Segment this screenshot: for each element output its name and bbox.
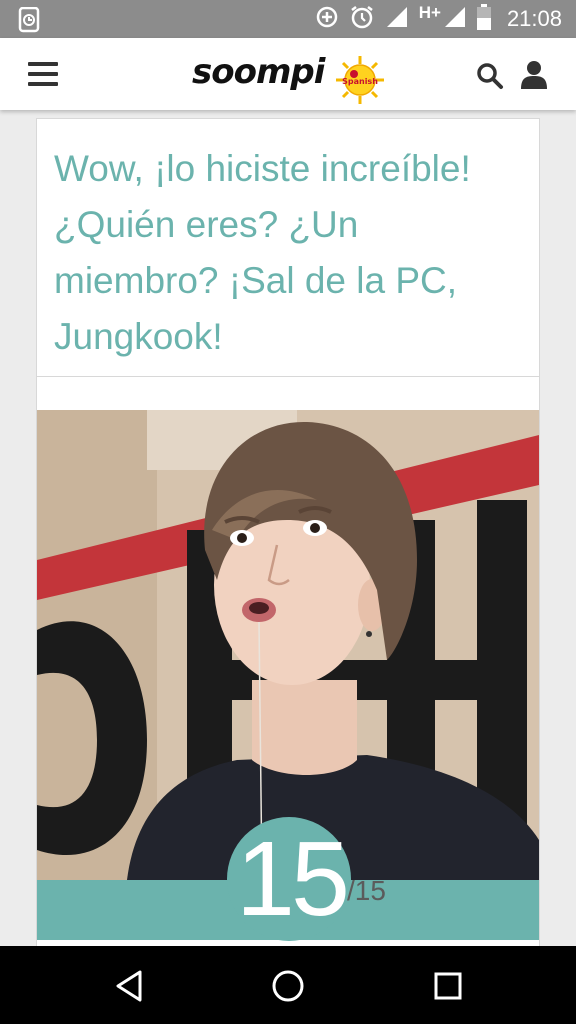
result-text: Wow, ¡lo hiciste increíble! ¿Quién eres?… [54, 148, 471, 357]
alarm-icon [349, 4, 375, 35]
search-icon[interactable] [476, 62, 504, 90]
sun-badge-icon: Spanish [336, 56, 384, 104]
logo-badge: Spanish [342, 77, 378, 86]
user-icon[interactable] [520, 60, 548, 90]
result-section: Wow, ¡lo hiciste increíble! ¿Quién eres?… [37, 119, 539, 377]
result-image [37, 410, 539, 880]
soompi-logo[interactable]: soompi Spanish [192, 46, 392, 106]
logo-text: soompi [192, 52, 325, 92]
counter-current: 15 [236, 820, 350, 938]
home-icon[interactable] [270, 968, 306, 1004]
navigation-bar [0, 946, 576, 1024]
app-header: soompi Spanish [0, 38, 576, 110]
battery-icon [476, 3, 491, 35]
quiz-result-card: Wow, ¡lo hiciste increíble! ¿Quién eres?… [36, 118, 540, 958]
menu-icon[interactable] [28, 62, 58, 86]
screenshot-icon [18, 6, 42, 38]
signal-icon [443, 5, 467, 34]
counter-total: /15 [347, 875, 386, 906]
network-type: H+ [418, 3, 441, 22]
status-bar: H+ 21:08 [0, 0, 576, 38]
recents-icon[interactable] [430, 968, 466, 1004]
clock: 21:08 [506, 6, 562, 31]
data-saver-icon [315, 5, 339, 34]
back-icon[interactable] [112, 968, 148, 1004]
signal-icon [385, 5, 409, 34]
